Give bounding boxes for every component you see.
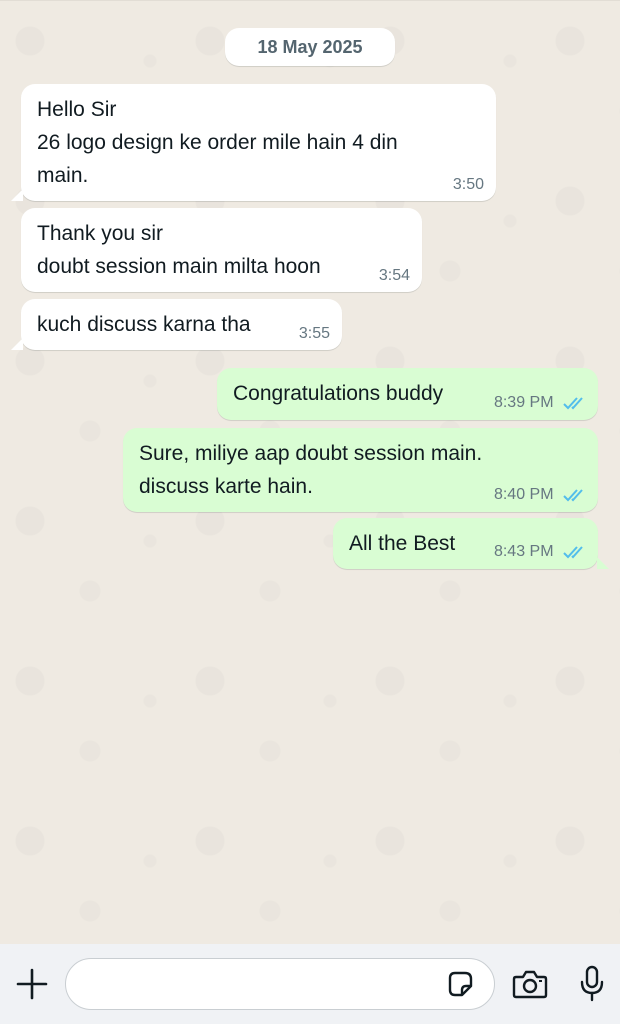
message-text: Sure, miliye aap doubt session main. dis…: [139, 442, 483, 498]
message-bubble-outgoing[interactable]: Sure, miliye aap doubt session main. dis…: [123, 428, 598, 512]
sticker-button[interactable]: [442, 966, 478, 1002]
message-meta: 8:43 PM: [494, 543, 588, 561]
message-meta: 8:40 PM: [494, 486, 588, 504]
microphone-button[interactable]: [572, 962, 612, 1006]
message-time: 8:43 PM: [493, 543, 554, 560]
bubble-tail: [597, 557, 609, 569]
message-bubble-incoming[interactable]: Thank you sir doubt session main milta h…: [21, 208, 422, 292]
double-check-icon: [563, 546, 583, 559]
bubble-tail: [11, 338, 23, 350]
message-input-box[interactable]: [65, 958, 495, 1010]
camera-icon: [512, 970, 548, 999]
date-divider: 18 May 2025: [225, 28, 395, 66]
message-meta: 8:39 PM: [494, 394, 588, 412]
message-time: 3:50: [452, 176, 484, 193]
message-text: Hello Sir 26 logo design ke order mile h…: [37, 98, 398, 187]
double-check-icon: [563, 397, 583, 410]
message-text: kuch discuss karna tha: [37, 313, 251, 336]
message-text: All the Best: [349, 532, 456, 555]
double-check-icon: [563, 489, 583, 502]
message-text: Thank you sir doubt session main milta h…: [37, 222, 321, 278]
message-time: 3:55: [298, 325, 330, 342]
chat-area[interactable]: 18 May 2025 Hello Sir 26 logo design ke …: [0, 0, 620, 945]
camera-button[interactable]: [510, 964, 550, 1004]
message-bubble-outgoing[interactable]: All the Best 8:43 PM: [333, 518, 598, 569]
message-bubble-outgoing[interactable]: Congratulations buddy 8:39 PM: [217, 368, 598, 420]
plus-icon: [16, 968, 48, 1000]
message-bubble-incoming[interactable]: Hello Sir 26 logo design ke order mile h…: [21, 84, 496, 201]
microphone-icon: [580, 965, 604, 1002]
message-time: 3:54: [378, 267, 410, 284]
message-bubble-incoming[interactable]: kuch discuss karna tha 3:55: [21, 299, 342, 350]
message-time: 8:40 PM: [493, 486, 554, 503]
sticker-icon: [448, 971, 473, 997]
message-time: 8:39 PM: [493, 394, 554, 411]
bubble-tail: [11, 189, 23, 201]
message-input[interactable]: [84, 959, 448, 1010]
message-text: Congratulations buddy: [233, 382, 444, 405]
attach-button[interactable]: [12, 964, 52, 1004]
